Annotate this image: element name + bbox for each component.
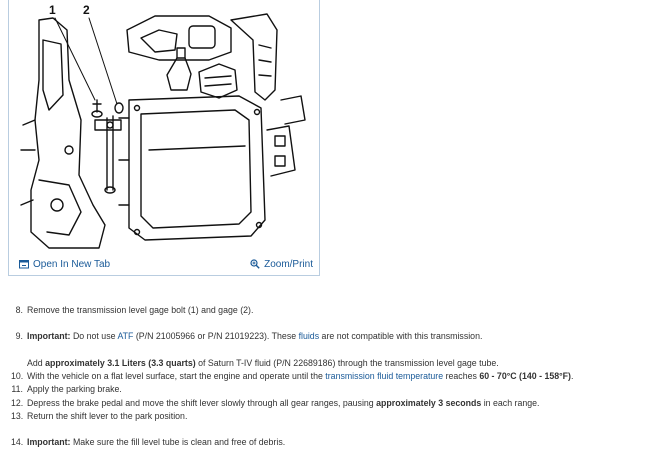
open-tab-icon	[19, 260, 29, 269]
open-in-new-tab-link[interactable]: Open In New Tab	[19, 259, 110, 270]
open-in-new-tab-label: Open In New Tab	[33, 258, 111, 270]
step-12: 12. Depress the brake pedal and move the …	[11, 398, 540, 408]
important-label: Important:	[27, 331, 71, 341]
magnifier-icon	[250, 259, 260, 269]
zoom-print-label: Zoom/Print	[264, 258, 313, 270]
step-8: 8. Remove the transmission level gage bol…	[15, 305, 254, 315]
step-9-continued: Add approximately 3.1 Liters (3.3 quarts…	[27, 358, 499, 368]
callout-1: 1	[49, 3, 56, 17]
transmission-illustration: 1 2	[20, 3, 306, 249]
step-13: 13. Return the shift lever to the park po…	[11, 411, 188, 421]
step-11: 11. Apply the parking brake.	[11, 384, 122, 394]
atf-link[interactable]: ATF	[117, 331, 133, 341]
step-10: 10. With the vehicle on a flat level surf…	[11, 371, 574, 381]
figure-panel: 1 2 Open In New Tab Zoom/Print	[8, 0, 320, 276]
step-14: 14. Important: Make sure the fill level t…	[11, 437, 286, 447]
callout-2: 2	[83, 3, 90, 17]
important-label: Important:	[27, 437, 71, 447]
figure-toolbar: Open In New Tab Zoom/Print	[9, 253, 319, 275]
zoom-print-link[interactable]: Zoom/Print	[250, 259, 313, 270]
transmission-fluid-temperature-link[interactable]: transmission fluid temperature	[325, 371, 443, 381]
fluids-link[interactable]: fluids	[299, 331, 320, 341]
step-9: 9. Important: Do not use ATF (P/N 2100596…	[15, 331, 483, 341]
